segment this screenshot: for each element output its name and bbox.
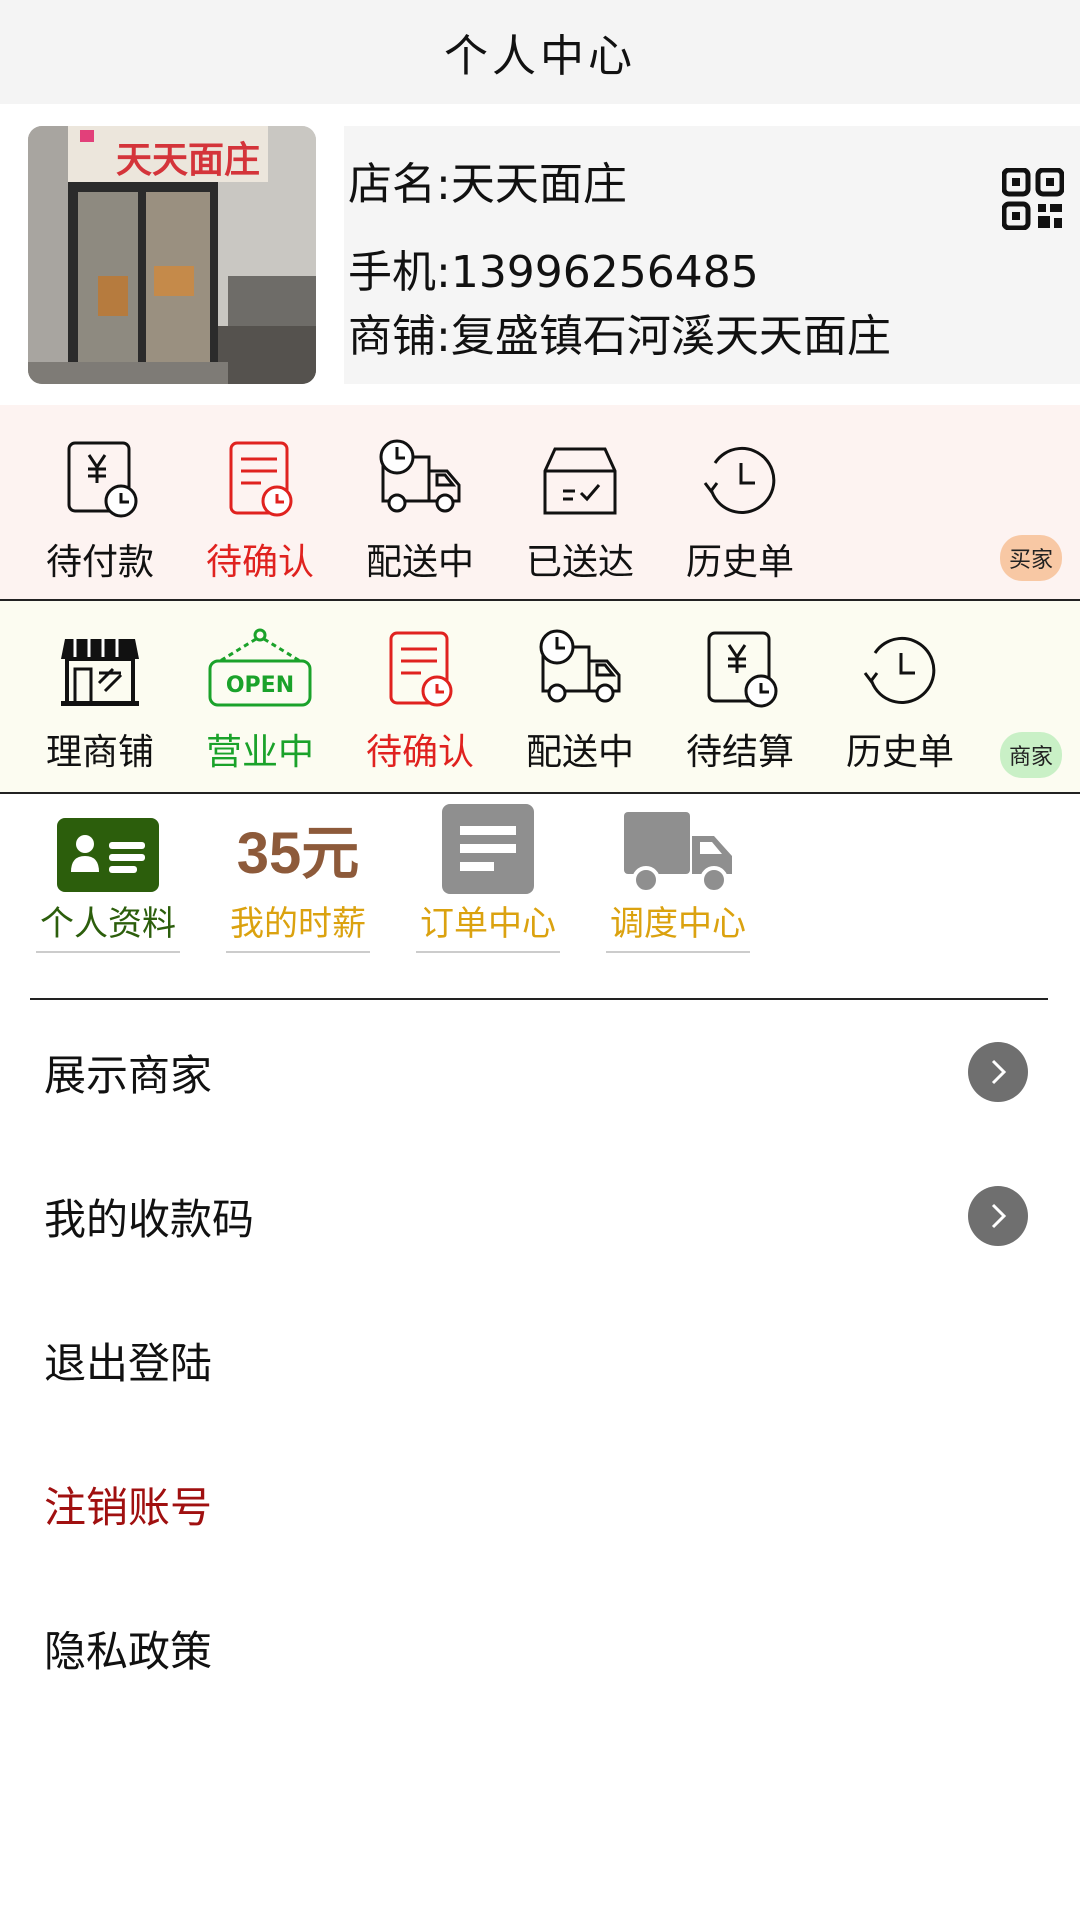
merchant-item-manage-shop[interactable]: 理商铺 [20, 601, 180, 792]
merchant-item-history[interactable]: 历史单 [820, 601, 980, 792]
merchant-item-label: 配送中 [525, 732, 634, 773]
menu-privacy-policy[interactable]: 隐私政策 [0, 1576, 1080, 1720]
menu-label: 展示商家 [44, 1050, 213, 1100]
merchant-role-badge: 商家 [1000, 732, 1062, 778]
buyer-item-label: 历史单 [685, 542, 794, 583]
menu-logout[interactable]: 退出登陆 [0, 1288, 1080, 1432]
yuan-clock-icon [67, 441, 138, 518]
page-title: 个人中心 [0, 0, 1080, 104]
buyer-item-label: 已送达 [525, 542, 634, 583]
buyer-item-delivered[interactable]: 已送达 [500, 405, 660, 599]
buyer-item-label: 待付款 [45, 542, 154, 583]
truck-icon [624, 812, 732, 894]
delivery-truck-icon [379, 439, 461, 513]
buyer-item-label: 配送中 [365, 542, 474, 583]
feature-label: 个人资料 [36, 896, 180, 953]
open-sign-icon: OPEN [208, 628, 312, 707]
feature-label: 订单中心 [416, 896, 560, 953]
shop-photo[interactable]: 天天面庄 [28, 126, 316, 384]
merchant-item-pending-settlement[interactable]: 待结算 [660, 601, 820, 792]
feature-profile[interactable]: 个人资料 [36, 800, 180, 953]
chevron-right-icon[interactable] [968, 1186, 1028, 1246]
yuan-clock-icon [707, 631, 778, 708]
buyer-role-badge: 买家 [1000, 535, 1062, 581]
menu-label: 注销账号 [44, 1482, 213, 1532]
merchant-item-label: 理商铺 [45, 732, 154, 773]
menu-delete-account[interactable]: 注销账号 [0, 1432, 1080, 1576]
merchant-item-label: 待确认 [365, 732, 474, 773]
document-clock-icon [389, 631, 453, 707]
id-card-icon [57, 818, 159, 892]
delivered-box-icon [543, 447, 617, 515]
history-clock-icon [703, 446, 776, 514]
merchant-order-row: 理商铺 OPEN 营业中 待确认 配送中 待结算 历史单 商家 [0, 601, 1080, 794]
open-sign-text: OPEN [226, 673, 294, 698]
merchant-item-label: 待结算 [685, 732, 794, 773]
delivery-truck-icon [539, 629, 621, 703]
storefront-icon [61, 639, 139, 706]
merchant-item-open[interactable]: OPEN 营业中 [180, 601, 340, 792]
order-document-icon [442, 804, 534, 894]
feature-shortcuts: 个人资料 35元 我的时薪 订单中心 调度中心 [0, 800, 1080, 1000]
shop-photo-image: 天天面庄 [28, 126, 316, 384]
buyer-order-row: 待付款 待确认 配送中 已送达 历史单 买家 [0, 405, 1080, 601]
history-clock-icon [863, 636, 936, 704]
qr-code-icon[interactable] [1002, 168, 1064, 230]
document-clock-icon [229, 441, 293, 517]
chevron-right-icon[interactable] [968, 1042, 1028, 1102]
shop-address: 商铺:复盛镇石河溪天天面庄 [348, 311, 891, 362]
buyer-item-pending-confirm[interactable]: 待确认 [180, 405, 340, 599]
menu-show-merchants[interactable]: 展示商家 [0, 1000, 1080, 1144]
merchant-item-delivering[interactable]: 配送中 [500, 601, 660, 792]
buyer-item-history[interactable]: 历史单 [660, 405, 820, 599]
feature-label: 调度中心 [606, 896, 750, 953]
menu-label: 退出登陆 [44, 1338, 213, 1388]
shop-sign-text: 天天面庄 [116, 140, 260, 181]
merchant-item-label: 历史单 [845, 732, 954, 773]
feature-hourly-wage[interactable]: 35元 我的时薪 [226, 800, 370, 953]
shop-phone: 手机:13996256485 [348, 247, 759, 298]
feature-order-center[interactable]: 订单中心 [416, 800, 560, 953]
buyer-item-delivering[interactable]: 配送中 [340, 405, 500, 599]
merchant-item-pending-confirm[interactable]: 待确认 [340, 601, 500, 792]
menu-payment-code[interactable]: 我的收款码 [0, 1144, 1080, 1288]
hourly-wage-value: 35元 [236, 821, 360, 886]
feature-label: 我的时薪 [226, 896, 370, 953]
merchant-item-label: 营业中 [205, 732, 314, 773]
menu-label: 我的收款码 [44, 1194, 255, 1244]
menu-label: 隐私政策 [44, 1626, 213, 1676]
buyer-item-label: 待确认 [205, 542, 314, 583]
shop-info-card: 店名:天天面庄 手机:13996256485 商铺:复盛镇石河溪天天面庄 [344, 126, 1080, 384]
feature-dispatch-center[interactable]: 调度中心 [606, 800, 750, 953]
buyer-item-pending-payment[interactable]: 待付款 [20, 405, 180, 599]
shop-name: 店名:天天面庄 [348, 159, 627, 210]
